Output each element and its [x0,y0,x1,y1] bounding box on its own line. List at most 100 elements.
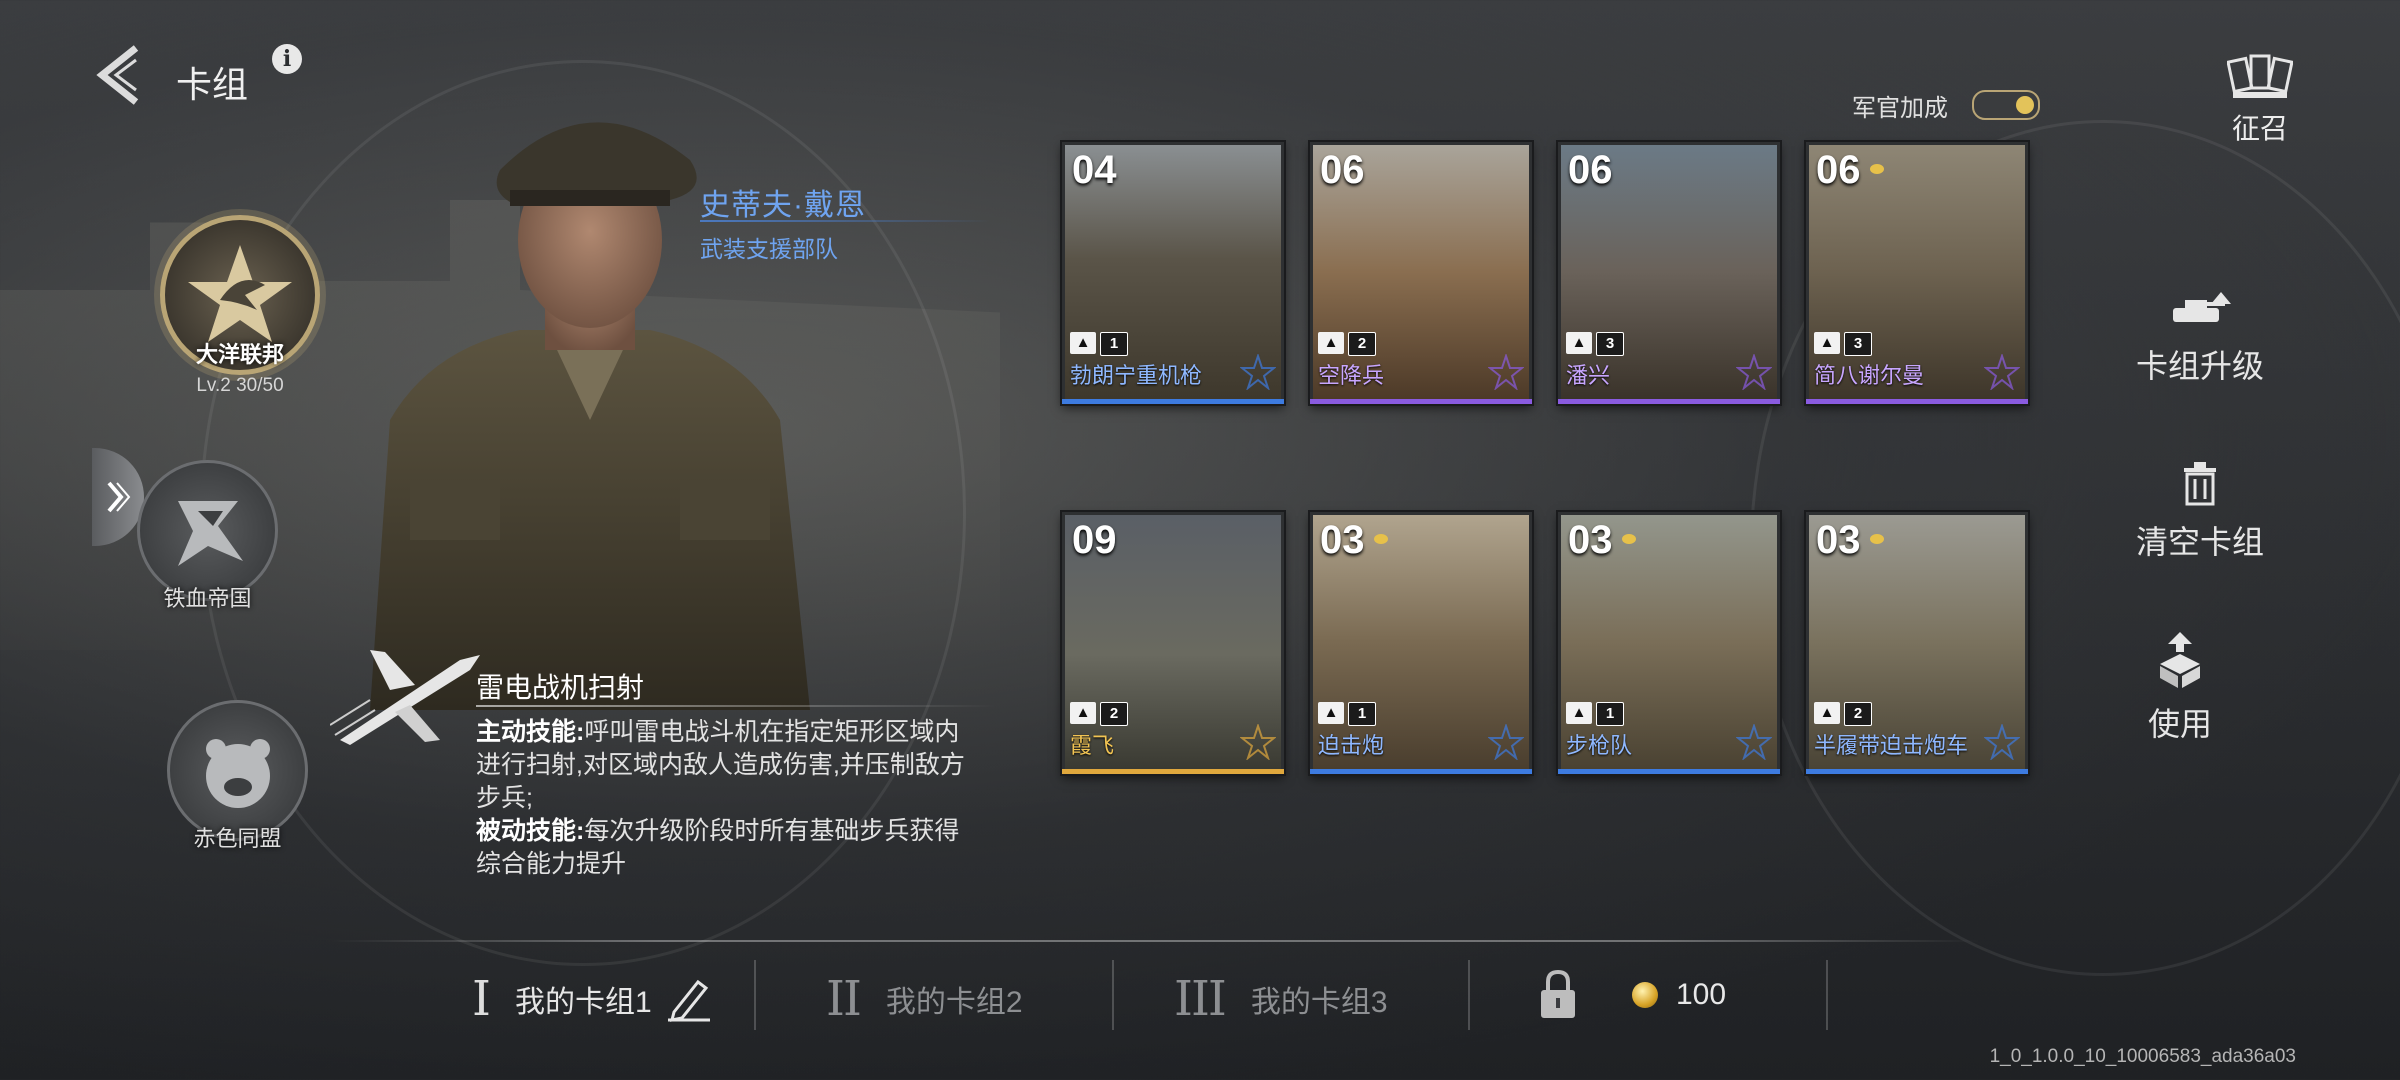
gold-coin-icon [1870,164,1884,174]
card-name: 半履带迫击炮车 [1814,733,1969,758]
card-cost: 03 [1568,518,1613,562]
deck-tab-2[interactable]: II 我的卡组2 [826,964,1023,1034]
skill-title: 雷电战机扫射 [476,672,645,703]
bear-emblem-icon [167,700,308,841]
rarity-bar [1558,399,1780,404]
officer-bonus-label: 军官加成 [1852,95,1948,122]
deck-label: 我的卡组2 [885,986,1023,1019]
rarity-bar [1558,769,1780,774]
commander-unit: 武装支援部队 [700,236,838,262]
unit-type-icon: ▲ [1566,332,1592,354]
unit-card[interactable]: 06 ▲ 2 空降兵 [1310,142,1532,404]
card-level: 1 [1348,702,1376,726]
unit-type-icon: ▲ [1566,702,1592,724]
clear-deck-button[interactable]: 清空卡组 [2120,462,2280,563]
lion-emblem-icon [137,460,278,601]
card-level: 2 [1100,702,1128,726]
unit-card[interactable]: 04 ▲ 1 勃朗宁重机枪 [1062,142,1284,404]
card-name: 勃朗宁重机枪 [1070,363,1203,388]
trash-icon [2184,462,2216,506]
unlock-cost: 100 [1632,978,1726,1012]
card-cost: 06 [1568,148,1613,192]
unit-card[interactable]: 03 ▲ 1 步枪队 [1558,512,1780,774]
deck-upgrade-button[interactable]: 卡组升级 [2120,290,2280,387]
card-level: 1 [1596,702,1624,726]
tab-separator [754,960,756,1030]
deck-label: 我的卡组3 [1250,986,1388,1019]
deck-roman: III [1174,971,1227,1027]
gold-coin-icon [1374,534,1388,544]
info-icon[interactable]: i [272,44,302,74]
card-badges: ▲ 3 [1566,332,1624,356]
gold-coin-icon [1622,534,1636,544]
tank-upgrade-icon [2173,292,2231,322]
back-arrow-icon [96,45,139,105]
unit-card[interactable]: 03 ▲ 1 迫击炮 [1310,512,1532,774]
rarity-bar [1062,769,1284,774]
unit-type-icon: ▲ [1814,332,1840,354]
rarity-bar [1310,399,1532,404]
deck-tab-1[interactable]: I 我的卡组1 [472,964,712,1034]
card-level: 3 [1844,332,1872,356]
faction-name: 大洋联邦 [195,342,284,367]
card-badges: ▲ 2 [1318,332,1376,356]
faction-level: Lv.2 30/50 [196,375,284,396]
faction-name: 赤色同盟 [193,826,282,851]
faction-name: 铁血帝国 [163,586,252,611]
star-icon [1240,354,1276,390]
faction-red-alliance[interactable]: 赤色同盟 [165,700,310,853]
card-cost: 09 [1072,518,1117,562]
recruit-button[interactable]: 征召 [2220,50,2300,147]
unit-card[interactable]: 09 ▲ 2 霞飞 [1062,512,1284,774]
use-deck-button[interactable]: 使用 [2100,632,2260,745]
card-badges: ▲ 2 [1070,702,1128,726]
star-icon [1984,724,2020,760]
faction-oceanic-federation[interactable]: 大洋联邦 Lv.2 30/50 [160,215,320,397]
star-icon [1488,724,1524,760]
padlock-icon [1541,969,1575,1018]
card-name: 潘兴 [1566,363,1611,388]
card-cost: 06 [1320,148,1365,192]
card-cost: 06 [1816,148,1861,192]
card-level: 1 [1100,332,1128,356]
faction-iron-blood-empire[interactable]: 铁血帝国 [135,460,280,613]
rarity-bar [1062,399,1284,404]
rarity-bar [1310,769,1532,774]
star-icon [1984,354,2020,390]
double-chevron-right-icon [107,481,131,513]
star-icon [1240,724,1276,760]
fighter-plane-icon [330,650,480,745]
unit-card[interactable]: 03 ▲ 2 半履带迫击炮车 [1806,512,2028,774]
card-name: 迫击炮 [1318,733,1385,758]
unlock-cost-amount: 100 [1676,978,1727,1011]
unit-type-icon: ▲ [1070,702,1096,724]
card-level: 2 [1348,332,1376,356]
card-name: 霞飞 [1070,733,1115,758]
card-level: 3 [1596,332,1624,356]
card-cost: 03 [1816,518,1861,562]
deck-tab-3[interactable]: III 我的卡组3 [1174,964,1388,1034]
commander-name: 史蒂夫·戴恩 [700,189,866,222]
edit-pen-icon[interactable] [666,976,712,1022]
unit-type-icon: ▲ [1318,332,1344,354]
officer-bonus-toggle[interactable] [1972,90,2040,120]
clear-deck-label: 清空卡组 [2135,524,2264,560]
tab-separator [1468,960,1470,1030]
deck-upgrade-label: 卡组升级 [2135,348,2264,384]
deck-roman: I [472,971,491,1027]
unit-card[interactable]: 06 ▲ 3 潘兴 [1558,142,1780,404]
unit-card[interactable]: 06 ▲ 3 简八谢尔曼 [1806,142,2028,404]
card-badges: ▲ 2 [1814,702,1872,726]
recruit-label: 征召 [2231,113,2288,144]
card-level: 2 [1844,702,1872,726]
locked-deck-slot[interactable] [1538,968,1578,1027]
unit-type-icon: ▲ [1318,702,1344,724]
card-badges: ▲ 1 [1566,702,1624,726]
deck-roman: II [826,971,862,1027]
card-cost: 03 [1320,518,1365,562]
card-cost: 04 [1072,148,1117,192]
unit-type-icon: ▲ [1070,332,1096,354]
tab-separator [1826,960,1828,1030]
rarity-bar [1806,769,2028,774]
back-button[interactable] [88,40,148,110]
